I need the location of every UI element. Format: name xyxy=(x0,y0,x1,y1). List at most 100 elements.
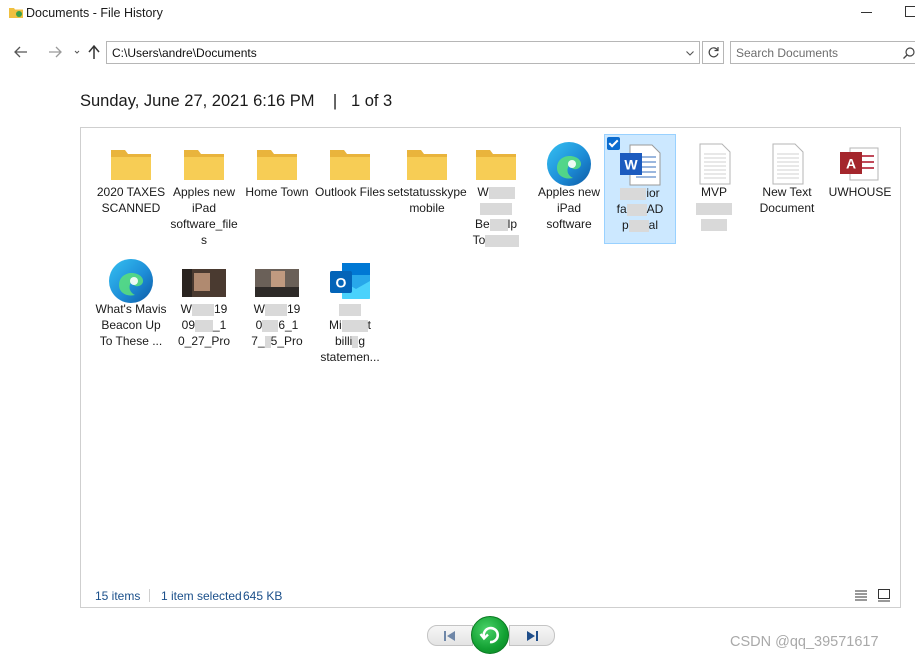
file-history-icon xyxy=(9,8,23,18)
item-label-part: lp xyxy=(507,217,518,231)
item-count: 15 items xyxy=(95,589,141,603)
item-label-part: W xyxy=(180,302,192,316)
item-label: W Be lp To xyxy=(460,184,532,248)
list-item[interactable]: W 19 0 6_1 7_ 5_Pro xyxy=(241,251,313,361)
list-item[interactable]: Outlook Files xyxy=(314,134,386,244)
svg-text:W: W xyxy=(624,157,638,173)
large-icons-view-icon[interactable] xyxy=(877,588,891,602)
recent-locations-button[interactable] xyxy=(72,38,82,66)
item-label: New Text Document xyxy=(759,185,815,215)
item-label-part: 6_1 xyxy=(278,318,299,332)
forward-button[interactable] xyxy=(44,38,66,66)
item-label-part: billi xyxy=(334,334,353,348)
skip-next-icon xyxy=(527,630,538,641)
window-title: Documents - File History xyxy=(26,6,163,20)
item-label-part: ior xyxy=(646,186,660,200)
access-icon: A xyxy=(840,147,879,181)
item-label-part: W xyxy=(253,302,265,316)
item-label-part: 09 xyxy=(181,318,195,332)
item-label-part: statemen... xyxy=(320,350,380,364)
details-view-icon[interactable] xyxy=(854,588,868,602)
list-item[interactable]: A UWHOUSE xyxy=(824,134,896,244)
maximize-button[interactable] xyxy=(905,6,915,17)
item-label: Outlook Files xyxy=(314,185,386,199)
svg-text:O: O xyxy=(336,275,347,291)
address-dropdown-button[interactable] xyxy=(683,45,697,60)
item-label-part: fa xyxy=(616,202,627,216)
list-item[interactable]: MVP xyxy=(678,134,750,244)
video-thumbnail-icon xyxy=(182,269,226,297)
list-item[interactable]: W Be lp To xyxy=(460,134,532,247)
item-label-part: 7_ xyxy=(251,334,265,348)
playback-controls xyxy=(427,615,555,655)
snapshot-date: Sunday, June 27, 2021 6:16 PM xyxy=(80,92,315,110)
next-version-button[interactable] xyxy=(509,625,555,646)
folder-icon xyxy=(111,150,151,180)
list-item[interactable]: Apples new iPad software xyxy=(533,134,605,244)
text-document-icon xyxy=(699,143,731,185)
list-item[interactable]: What's Mavis Beacon Up To These ... xyxy=(95,251,167,361)
item-label-part: 0_27_Pro xyxy=(177,334,231,348)
item-label: MVP xyxy=(678,184,750,232)
file-pane: 2020 TAXES SCANNED Apples new iPad softw… xyxy=(80,127,901,608)
navigation-bar: C:\Users\andre\Documents Search Document… xyxy=(0,38,915,66)
folder-icon xyxy=(330,150,370,180)
item-label-part: 0 xyxy=(255,318,263,332)
snapshot-position: 1 of 3 xyxy=(350,92,393,110)
item-label-part: p xyxy=(621,218,629,232)
item-label-part: Be xyxy=(474,217,490,231)
item-label: What's Mavis Beacon Up To These ... xyxy=(95,302,167,348)
search-input[interactable]: Search Documents xyxy=(736,46,838,60)
up-button[interactable] xyxy=(84,38,104,66)
selection-size: 645 KB xyxy=(243,589,283,603)
arrow-right-icon xyxy=(49,46,62,58)
chevron-down-icon xyxy=(686,50,694,56)
item-label: Apples new iPad software_files xyxy=(170,185,238,247)
folder-icon xyxy=(407,150,447,180)
list-item[interactable]: W ior fa AD p al xyxy=(604,134,676,244)
skip-previous-icon xyxy=(444,630,455,641)
list-item[interactable]: O Mi t billi g statemen... xyxy=(314,251,386,364)
item-label-part: al xyxy=(648,218,659,232)
list-item[interactable]: Apples new iPad software_files xyxy=(168,134,240,247)
item-label-part: AD xyxy=(646,202,664,216)
address-text: C:\Users\andre\Documents xyxy=(112,46,257,60)
item-label-part: 19 xyxy=(213,302,228,316)
item-label-part: W xyxy=(477,185,489,199)
file-grid: 2020 TAXES SCANNED Apples new iPad softw… xyxy=(95,134,895,384)
video-thumbnail-icon xyxy=(255,269,299,297)
item-label: ior fa AD p al xyxy=(605,185,675,233)
status-divider xyxy=(149,589,150,602)
item-label: Apples new iPad software xyxy=(537,185,601,231)
arrow-left-icon xyxy=(14,46,27,58)
search-box[interactable]: Search Documents xyxy=(730,41,915,64)
item-label: setstatusskypemobile xyxy=(387,185,467,215)
chevron-down-icon xyxy=(74,50,80,54)
item-label: 2020 TAXES SCANNED xyxy=(96,185,166,215)
restore-button[interactable] xyxy=(471,616,509,654)
item-label: Mi t billi g statemen... xyxy=(314,301,386,365)
search-icon[interactable] xyxy=(902,46,915,60)
refresh-icon xyxy=(708,47,719,58)
address-bar[interactable]: C:\Users\andre\Documents xyxy=(106,41,700,64)
item-label: W 19 09 _1 0_27_Pro xyxy=(168,301,240,349)
list-item[interactable]: setstatusskypemobile xyxy=(387,134,467,244)
refresh-button[interactable] xyxy=(702,41,724,64)
item-label-part: To xyxy=(472,233,486,247)
item-label-part: _1 xyxy=(213,318,227,332)
list-item[interactable]: 2020 TAXES SCANNED xyxy=(95,134,167,244)
text-document-icon xyxy=(772,143,804,185)
item-label-part: 19 xyxy=(286,302,301,316)
watermark-text: CSDN @qq_39571617 xyxy=(730,634,879,650)
folder-icon xyxy=(476,150,516,180)
list-item[interactable]: Home Town xyxy=(241,134,313,244)
list-item[interactable]: W 19 09 _1 0_27_Pro xyxy=(168,251,240,361)
back-button[interactable] xyxy=(10,38,32,66)
list-item[interactable]: New Text Document xyxy=(751,134,823,244)
selection-info: 1 item selected xyxy=(161,589,242,603)
minimize-button[interactable] xyxy=(860,5,874,19)
arrow-up-icon xyxy=(88,44,100,59)
status-bar: 15 items 1 item selected 645 KB xyxy=(81,584,900,608)
previous-version-button[interactable] xyxy=(427,625,473,646)
snapshot-separator: | xyxy=(332,92,338,110)
